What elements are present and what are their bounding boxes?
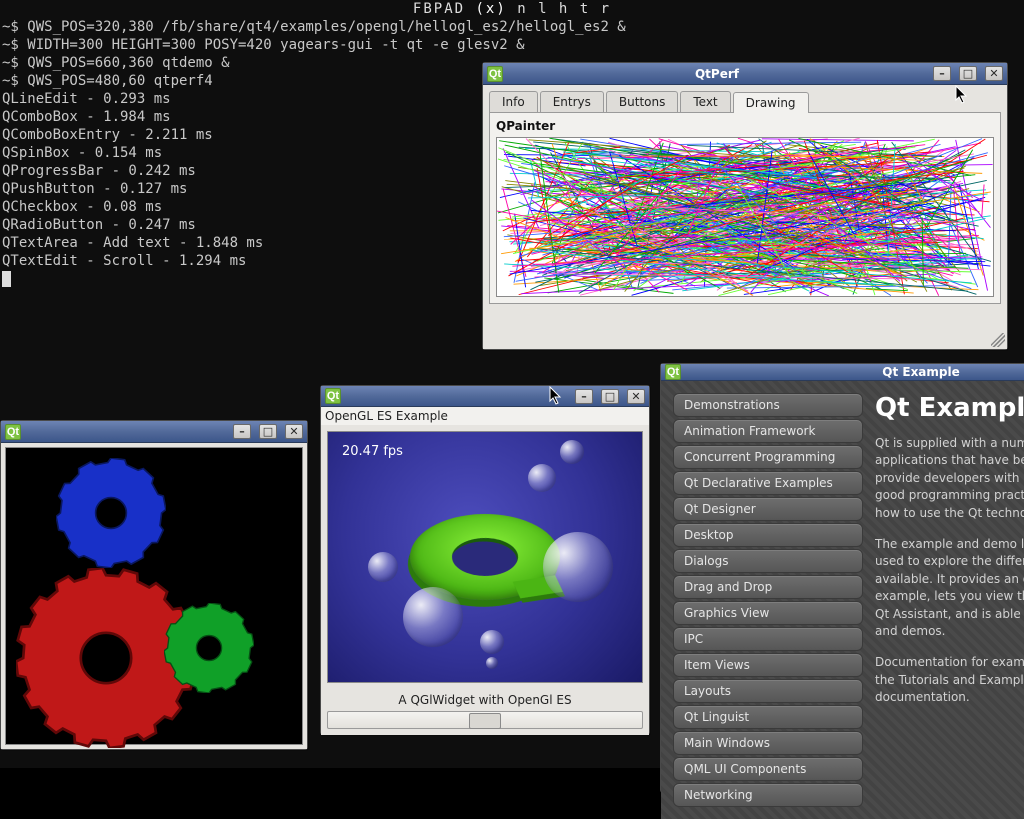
sidebar-item[interactable]: Dialogs <box>673 549 863 573</box>
bubble-icon <box>403 587 463 647</box>
window-opengl-es[interactable]: Qt – □ ✕ OpenGL ES Example 20.47 fps <box>320 385 650 735</box>
close-button[interactable]: ✕ <box>285 424 303 439</box>
tab-info[interactable]: Info <box>489 91 538 112</box>
sidebar-item[interactable]: Drag and Drop <box>673 575 863 599</box>
sidebar-item[interactable]: Qt Designer <box>673 497 863 521</box>
gl-caption: A QGlWidget with OpenGl ES <box>321 689 649 709</box>
bubble-icon <box>528 464 556 492</box>
tab-page: QPainter <box>489 112 1001 304</box>
qpainter-canvas <box>496 137 994 297</box>
fbpad-header: FBPAD (x) n l h t r <box>2 0 1022 18</box>
qt-logo-icon: Qt <box>5 424 21 440</box>
qtex-body-wrap: DemonstrationsAnimation FrameworkConcurr… <box>661 381 1024 819</box>
bubble-icon <box>480 630 504 654</box>
fbpad-rest: n l h t r <box>507 1 611 17</box>
tab-buttons[interactable]: Buttons <box>606 91 678 112</box>
maximize-button[interactable]: □ <box>959 66 977 81</box>
maximize-button[interactable]: □ <box>601 389 619 404</box>
sidebar-item[interactable]: Qt Declarative Examples <box>673 471 863 495</box>
resize-grip[interactable] <box>991 333 1005 347</box>
titlebar-qtperf[interactable]: Qt QtPerf – □ ✕ <box>483 63 1007 85</box>
sidebar-item[interactable]: Animation Framework <box>673 419 863 443</box>
minimize-button[interactable]: – <box>575 389 593 404</box>
terminal-cursor <box>2 271 11 287</box>
tabbar: InfoEntrysButtonsTextDrawing <box>483 85 1007 112</box>
sidebar-item[interactable]: Qt Linguist <box>673 705 863 729</box>
gear-green-icon <box>164 603 254 693</box>
titlebar-gears[interactable]: Qt – □ ✕ <box>1 421 307 443</box>
sidebar-item[interactable]: QML UI Components <box>673 757 863 781</box>
qt-logo-icon: Qt <box>665 364 681 380</box>
qtex-paragraph: Documentation for examples can be found … <box>875 654 1024 706</box>
bubble-icon <box>368 552 398 582</box>
qtex-body: DemonstrationsAnimation FrameworkConcurr… <box>661 381 1024 819</box>
tab-entrys[interactable]: Entrys <box>540 91 604 112</box>
sidebar-item[interactable]: Graphics View <box>673 601 863 625</box>
bubble-icon <box>543 532 613 602</box>
terminal-line: ~$ WIDTH=300 HEIGHT=300 POSY=420 yagears… <box>2 36 1022 54</box>
gear-blue-icon <box>56 458 166 568</box>
sidebar-item[interactable]: Desktop <box>673 523 863 547</box>
opengl-body: OpenGL ES Example 20.47 fps A QGlWidget … <box>321 407 649 735</box>
titlebar-qtexamples[interactable]: Qt Qt Example <box>661 364 1024 381</box>
sidebar-item[interactable]: IPC <box>673 627 863 651</box>
qt-logo-icon: Qt <box>487 66 503 82</box>
gears-canvas <box>5 447 303 745</box>
tab-text[interactable]: Text <box>680 91 730 112</box>
fbpad-prefix: FBPAD <box>413 1 476 17</box>
bubble-icon <box>560 440 584 464</box>
tab-drawing[interactable]: Drawing <box>733 92 809 113</box>
maximize-button[interactable]: □ <box>259 424 277 439</box>
qpainter-label: QPainter <box>496 119 994 133</box>
gl-3d-scene: 20.47 fps <box>328 432 642 682</box>
window-gears[interactable]: Qt – □ ✕ <box>0 420 308 750</box>
window-title: QtPerf <box>509 67 925 81</box>
minimize-button[interactable]: – <box>933 66 951 81</box>
mouse-cursor-icon <box>549 386 563 406</box>
terminal-line: ~$ QWS_POS=320,380 /fb/share/qt4/example… <box>2 18 1022 36</box>
minimize-button[interactable]: – <box>233 424 251 439</box>
qtex-sidebar: DemonstrationsAnimation FrameworkConcurr… <box>673 393 863 807</box>
window-title: Qt Example <box>687 365 1024 379</box>
bubble-icon <box>486 657 498 669</box>
sidebar-item[interactable]: Item Views <box>673 653 863 677</box>
qtex-main: Qt Example Qt is supplied with a number … <box>875 393 1024 807</box>
sidebar-item[interactable]: Concurrent Programming <box>673 445 863 469</box>
opengl-header: OpenGL ES Example <box>321 407 649 425</box>
window-qt-examples[interactable]: Qt Qt Example DemonstrationsAnimation Fr… <box>660 363 1024 793</box>
qt-logo-icon: Qt <box>325 388 341 404</box>
fps-label: 20.47 fps <box>342 444 403 459</box>
qtex-heading: Qt Example <box>875 393 1024 423</box>
sidebar-item[interactable]: Layouts <box>673 679 863 703</box>
glwidget[interactable]: 20.47 fps <box>327 431 643 683</box>
sidebar-item[interactable]: Networking <box>673 783 863 807</box>
fbpad-selected: (x) <box>475 1 506 17</box>
window-body: InfoEntrysButtonsTextDrawing QPainter <box>483 85 1007 349</box>
gears-body <box>1 443 307 749</box>
titlebar-opengl[interactable]: Qt – □ ✕ <box>321 386 649 407</box>
close-button[interactable]: ✕ <box>985 66 1003 81</box>
qtex-paragraph: The example and demo launcher can be use… <box>875 536 1024 640</box>
qtex-paragraph: Qt is supplied with a number of example … <box>875 435 1024 522</box>
sidebar-item[interactable]: Main Windows <box>673 731 863 755</box>
close-button[interactable]: ✕ <box>627 389 645 404</box>
window-qtperf[interactable]: Qt QtPerf – □ ✕ InfoEntrysButtonsTextDra… <box>482 62 1008 350</box>
sidebar-item[interactable]: Demonstrations <box>673 393 863 417</box>
gl-slider[interactable] <box>327 711 643 729</box>
